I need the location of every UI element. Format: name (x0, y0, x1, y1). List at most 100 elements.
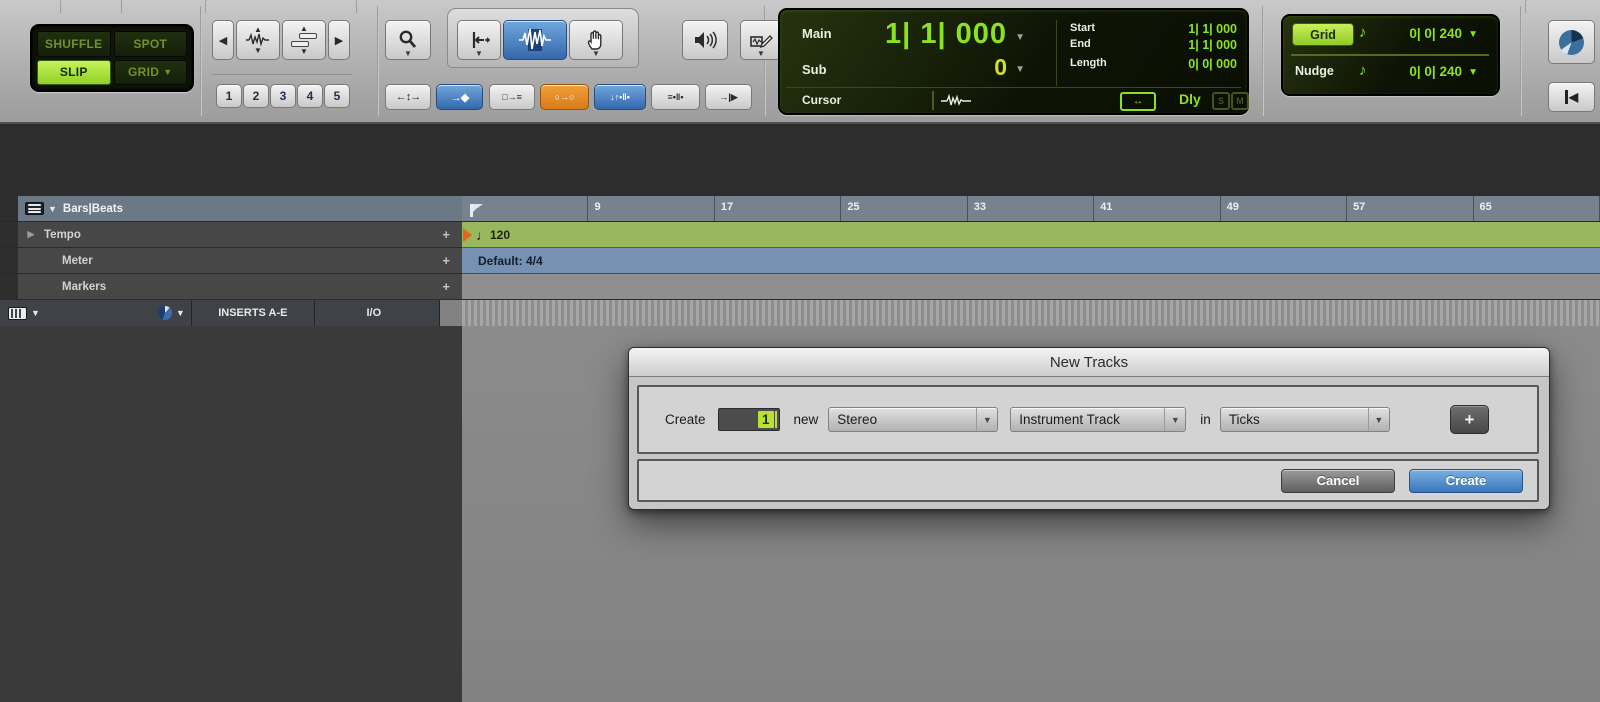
toolbar-tab-outline (1525, 0, 1600, 13)
scrubber-tool-button[interactable] (682, 20, 728, 60)
sub-counter-value[interactable]: 0 (994, 54, 1007, 81)
chevron-down-icon[interactable]: ▼ (48, 204, 57, 214)
toolbar-divider (1262, 6, 1264, 116)
grid-mode-button[interactable]: GRID ▼ (113, 59, 187, 85)
chevron-down-icon[interactable]: ▼ (176, 308, 185, 318)
trim-tool-button[interactable]: ▼ (457, 20, 501, 60)
track-type-dropdown[interactable]: Instrument Track ▼ (1010, 407, 1187, 432)
solo-indicator[interactable]: S (1212, 92, 1230, 110)
create-button[interactable]: Create (1409, 468, 1523, 493)
insertion-follows-playback-button[interactable]: →|▶ (705, 84, 752, 110)
start-value[interactable]: 1| 1| 000 (1188, 22, 1237, 36)
scrollbar-thumb[interactable] (439, 300, 462, 326)
chevron-down-icon[interactable]: ▼ (1015, 64, 1025, 75)
mute-indicator[interactable]: M (1231, 92, 1249, 110)
audio-zoom-button[interactable]: ▲ ▼ (236, 20, 280, 60)
chevron-down-icon[interactable]: ▼ (1468, 29, 1478, 40)
dialog-footer: Cancel Create (637, 459, 1539, 502)
chevron-up-icon: ▲ (254, 25, 262, 34)
chevron-down-icon[interactable]: ▼ (1015, 32, 1025, 43)
io-column-header[interactable]: I/O (313, 300, 433, 326)
zoom-preset-2-button[interactable]: 2 (243, 84, 269, 108)
bar-cell: 49 (1221, 196, 1348, 221)
midi-zoom-button[interactable]: ▲ ▼ (282, 20, 326, 60)
zoom-preset-5-button[interactable]: 5 (324, 84, 350, 108)
track-definition-row: Create 1 new Stereo ▼ Instrument Track ▼… (637, 385, 1539, 454)
spot-mode-button[interactable]: SPOT (113, 31, 187, 57)
zoom-in-horizontal-button[interactable]: ▶ (328, 20, 350, 60)
insertion-follows-playback-indicator[interactable]: ↔ (1120, 92, 1156, 111)
markers-timeline[interactable] (462, 274, 1600, 300)
track-count-field[interactable]: 1 (717, 408, 780, 431)
toolbar-divider (377, 6, 379, 116)
end-value[interactable]: 1| 1| 000 (1188, 38, 1237, 52)
cancel-button[interactable]: Cancel (1281, 468, 1395, 493)
tempo-timeline[interactable]: ♩ 120 (462, 222, 1600, 248)
track-count-value: 1 (758, 411, 774, 428)
add-meter-event-button[interactable]: + (442, 253, 450, 268)
add-tempo-event-button[interactable]: + (442, 227, 450, 242)
chevron-down-icon: ▼ (1164, 408, 1185, 431)
grabber-tool-button[interactable]: ▼ (569, 20, 623, 60)
slip-mode-button[interactable]: SLIP (37, 59, 111, 85)
zoom-preset-4-button[interactable]: 4 (297, 84, 323, 108)
layered-editing-button[interactable]: ≡•‖• (651, 84, 700, 110)
bars-beats-ruler-header[interactable]: ▼ Bars|Beats (0, 196, 462, 222)
ruler-view-icon[interactable] (25, 202, 44, 215)
selector-tool-button[interactable] (503, 20, 567, 60)
delay-compensation-label[interactable]: Dly (1179, 91, 1201, 107)
dialog-title-bar[interactable]: New Tracks (629, 348, 1549, 377)
chevron-down-icon: ▼ (163, 67, 173, 78)
markers-label: Markers (62, 280, 107, 293)
tempo-ruler-header[interactable]: ▶ Tempo + (0, 222, 462, 248)
meter-event-value[interactable]: Default: 4/4 (478, 254, 543, 268)
toolbar-tab-outline (60, 0, 122, 13)
grid-value[interactable]: 0| 0| 240 (1409, 26, 1462, 41)
markers-ruler-header[interactable]: Markers + (0, 274, 462, 300)
zoom-preset-1-button[interactable]: 1 (216, 84, 242, 108)
session-time-button[interactable] (1548, 20, 1595, 64)
main-counter-value[interactable]: 1| 1| 000 (885, 18, 1007, 51)
chevron-down-icon[interactable]: ▼ (1468, 67, 1478, 78)
meter-ruler-header[interactable]: Meter + (0, 248, 462, 274)
grid-value-button[interactable]: Grid (1292, 23, 1354, 46)
chevron-down-icon[interactable]: ▼ (31, 308, 40, 318)
track-list-header: ▼ ▼ INSERTS A-E I/O (0, 300, 462, 327)
speaker-icon (695, 31, 717, 49)
inserts-column-header[interactable]: INSERTS A-E (190, 300, 314, 326)
note-icon: ♪ (1359, 24, 1367, 41)
zoom-toggle-button[interactable]: ←↕→ (385, 84, 431, 110)
track-columns-icon[interactable] (8, 306, 27, 320)
bars-beats-timeline[interactable]: 9 17 25 33 41 49 57 65 (462, 196, 1600, 222)
zoom-out-horizontal-button[interactable]: ◀ (212, 20, 234, 60)
mirrored-midi-editing-button[interactable]: ○→○ (540, 84, 589, 110)
nudge-value[interactable]: 0| 0| 240 (1409, 64, 1462, 79)
tab-to-transient-button[interactable]: →◆ (436, 84, 483, 110)
cancel-button-label: Cancel (1316, 473, 1360, 488)
timebase-clock-icon[interactable] (157, 306, 172, 320)
tempo-label: Tempo (44, 228, 81, 241)
track-timebase-value: Ticks (1228, 412, 1260, 427)
tempo-marker-icon[interactable] (463, 227, 472, 242)
meter-timeline[interactable]: Default: 4/4 (462, 248, 1600, 274)
sub-counter-label: Sub (802, 62, 827, 77)
add-track-row-button[interactable]: + (1450, 405, 1489, 434)
shuffle-mode-button[interactable]: SHUFFLE (37, 31, 111, 57)
zoomer-tool-button[interactable]: ▼ (385, 20, 431, 60)
zoom-preset-3-button[interactable]: 3 (270, 84, 296, 108)
return-to-zero-button[interactable]: ◀ (1548, 82, 1595, 112)
track-width-dropdown[interactable]: Stereo ▼ (828, 407, 999, 432)
length-value[interactable]: 0| 0| 000 (1188, 57, 1237, 71)
link-timeline-edit-selection-button[interactable]: □→≡ (489, 84, 535, 110)
expand-arrow-icon[interactable]: ▶ (18, 229, 44, 240)
window-gutter (0, 274, 18, 299)
bar-cell: 41 (1094, 196, 1221, 221)
add-marker-button[interactable]: + (442, 279, 450, 294)
tempo-event-value[interactable]: 120 (490, 228, 510, 242)
pie-clock-icon (1559, 29, 1584, 55)
pencil-tool-button[interactable]: ▼ (740, 20, 782, 60)
link-track-edit-selection-button[interactable]: ↓↑•‖• (594, 84, 646, 110)
track-timebase-dropdown[interactable]: Ticks ▼ (1219, 407, 1390, 432)
marker-flag-icon (470, 204, 483, 217)
edit-toolbar: SHUFFLE SPOT SLIP GRID ▼ ◀ ▲ ▼ ▲ ▼ ▶ 1 2 … (0, 0, 1600, 124)
